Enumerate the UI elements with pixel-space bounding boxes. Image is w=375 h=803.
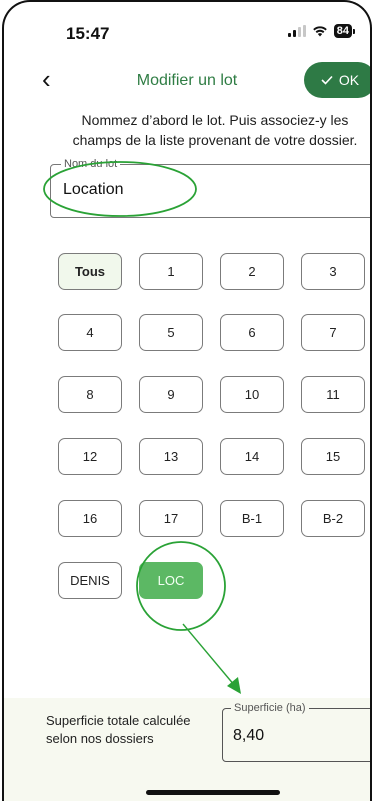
chip-9[interactable]: 9: [139, 376, 203, 413]
chip-6[interactable]: 6: [220, 314, 284, 351]
check-icon: [321, 75, 333, 85]
chip-2[interactable]: 2: [220, 253, 284, 290]
ok-button[interactable]: OK: [304, 62, 370, 98]
chip-denis[interactable]: DENIS: [58, 562, 122, 599]
chip-8[interactable]: 8: [58, 376, 122, 413]
signal-icon: [287, 25, 306, 37]
chip-10[interactable]: 10: [220, 376, 284, 413]
summary-label: Superficie totale calculée selon nos dos…: [46, 713, 191, 746]
lot-name-field[interactable]: Nom du lot Location: [50, 158, 370, 218]
status-time: 15:47: [66, 24, 110, 43]
chip-7[interactable]: 7: [301, 314, 365, 351]
wifi-icon: [312, 26, 327, 37]
superficie-field: Superficie (ha) 8,40: [222, 702, 370, 762]
annotation-arrow-line: [182, 623, 236, 687]
chip-12[interactable]: 12: [58, 438, 122, 475]
chip-loc-selected[interactable]: LOC: [139, 562, 203, 599]
status-bar: 15:47 84: [4, 2, 370, 62]
chip-5[interactable]: 5: [139, 314, 203, 351]
chip-4[interactable]: 4: [58, 314, 122, 351]
summary-panel: Superficie totale calculée selon nos dos…: [4, 698, 370, 801]
chip-14[interactable]: 14: [220, 438, 284, 475]
phone-frame: 15:47 84 ‹ Modifier un lot OK Nommez d’a…: [2, 0, 372, 801]
chip-3[interactable]: 3: [301, 253, 365, 290]
status-icons: 84: [287, 24, 356, 38]
ok-label: OK: [338, 72, 360, 88]
superficie-value: 8,40: [233, 727, 265, 744]
chip-tous[interactable]: Tous: [58, 253, 122, 290]
chip-17[interactable]: 17: [139, 500, 203, 537]
header: ‹ Modifier un lot OK: [4, 58, 370, 104]
lot-name-value: Location: [63, 181, 124, 198]
instructions: Nommez d’abord le lot. Puis associez-y l…: [72, 112, 358, 148]
battery-icon: 84: [333, 24, 356, 38]
chip-13[interactable]: 13: [139, 438, 203, 475]
chip-b-2[interactable]: B-2: [301, 500, 365, 537]
chip-11[interactable]: 11: [301, 376, 365, 413]
lot-name-legend: Nom du lot: [61, 158, 121, 170]
chip-1[interactable]: 1: [139, 253, 203, 290]
chip-15[interactable]: 15: [301, 438, 365, 475]
superficie-legend: Superficie (ha): [231, 702, 309, 714]
chip-b-1[interactable]: B-1: [220, 500, 284, 537]
chip-16[interactable]: 16: [58, 500, 122, 537]
home-indicator: [146, 790, 280, 795]
annotation-arrow-head: [227, 677, 241, 694]
